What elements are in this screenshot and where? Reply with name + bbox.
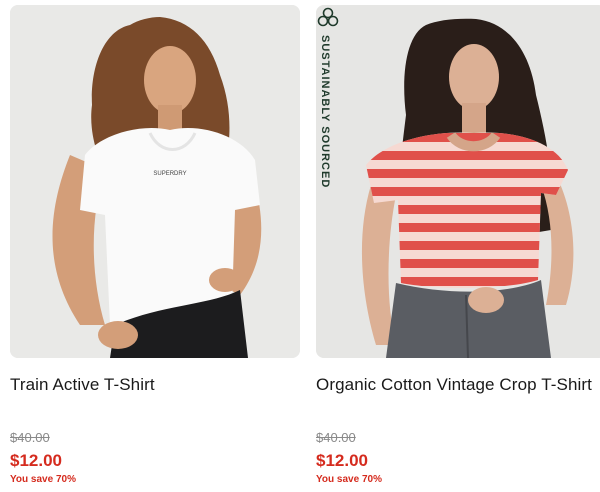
sustainability-badge: SUSTAINABLY SOURCED <box>316 5 342 215</box>
badge-text: SUSTAINABLY SOURCED <box>319 35 331 189</box>
sale-price: $12.00 <box>316 451 368 470</box>
product-card[interactable]: SUPERDRY Train Active T-Shirt $40.00 $12… <box>10 5 300 492</box>
original-price: $40.00 <box>10 430 50 445</box>
svg-text:SUPERDRY: SUPERDRY <box>153 171 186 177</box>
leaf-cluster-icon <box>317 7 339 27</box>
product-title[interactable]: Organic Cotton Vintage Crop T-Shirt <box>316 375 592 395</box>
product-image[interactable]: SUPERDRY <box>10 5 300 358</box>
sale-price: $12.00 <box>10 451 62 470</box>
product-title[interactable]: Train Active T-Shirt <box>10 375 155 395</box>
product-card[interactable]: SUSTAINABLY SOURCED Organic Cotton Vinta… <box>316 5 600 492</box>
savings-label: You save 70% <box>10 474 76 485</box>
model-photo-white-tshirt: SUPERDRY <box>10 5 300 358</box>
savings-label: You save 70% <box>316 474 382 485</box>
model-photo-striped-tshirt <box>316 5 600 358</box>
product-image[interactable]: SUSTAINABLY SOURCED <box>316 5 600 358</box>
original-price: $40.00 <box>316 430 356 445</box>
